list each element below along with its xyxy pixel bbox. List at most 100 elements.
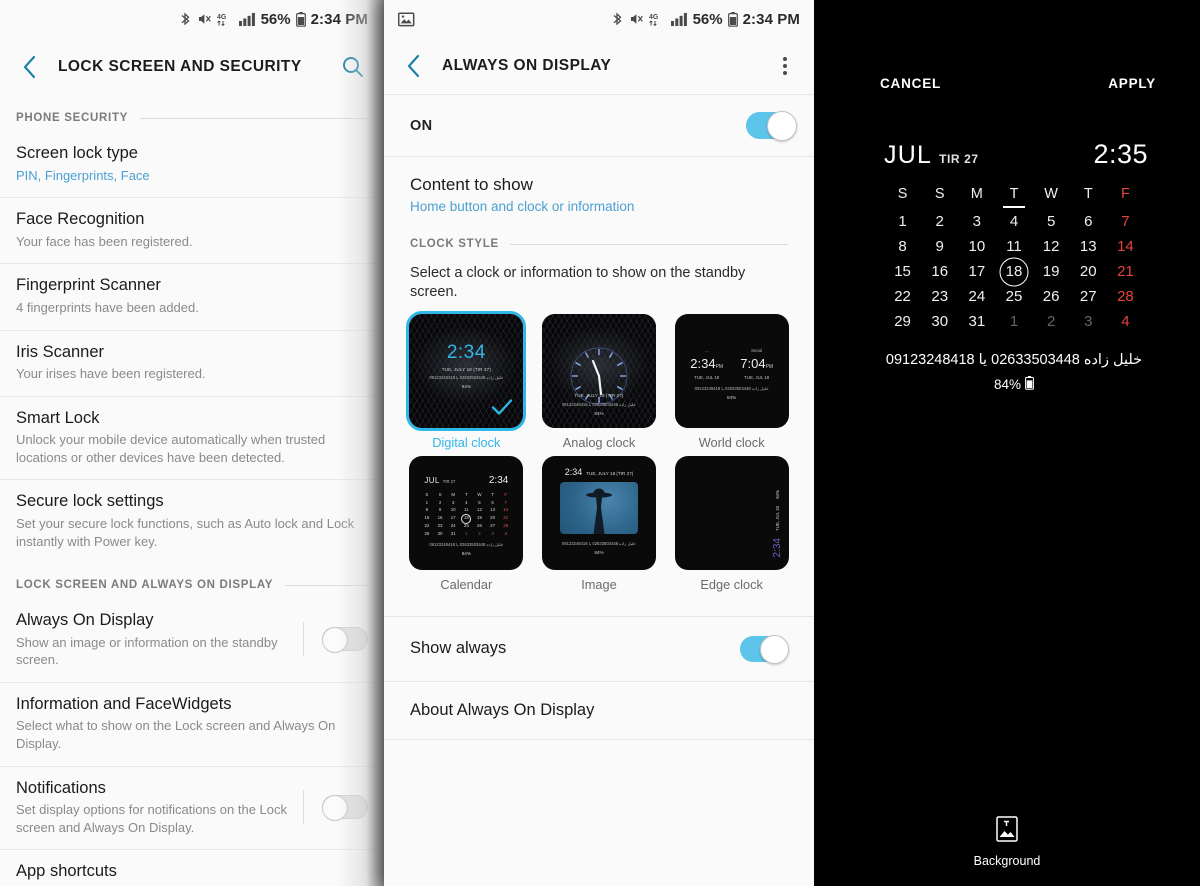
preview-time: 2:34 <box>564 466 583 477</box>
mid-page-title: ALWAYS ON DISPLAY <box>442 57 612 74</box>
background-button[interactable]: Background <box>814 816 1200 868</box>
day: 5 <box>478 499 481 505</box>
mid-app-bar: ALWAYS ON DISPLAY <box>384 38 814 94</box>
battery-icon <box>295 11 306 27</box>
edge-clock-thumbnail[interactable]: 84% TUE, JUL 18 2:34 <box>674 455 789 570</box>
always-on-display-toggle[interactable] <box>322 627 368 654</box>
dow: T <box>464 491 468 497</box>
world-clock-city-2: Seoul <box>751 347 763 353</box>
day: 16 <box>437 515 443 521</box>
row-text: Smart Lock Unlock your mobile device aut… <box>16 408 368 467</box>
cal-day: 26 <box>1042 288 1060 305</box>
list-item-screen-lock-type[interactable]: Screen lock type PIN, Fingerprints, Face <box>0 132 384 198</box>
clock-option-calendar[interactable]: JUL TIR 27 2:34 SSMTWTF 1234567 8 9 10 11 12 1… <box>405 455 528 594</box>
show-always-toggle[interactable] <box>740 634 789 664</box>
row-title: Always On Display <box>16 611 154 630</box>
list-item-app-shortcuts[interactable]: App shortcuts Select apps to open from t… <box>0 849 384 886</box>
cal-day: 4 <box>1121 313 1130 330</box>
day: 27 <box>490 523 496 528</box>
section-rule <box>509 243 788 245</box>
world-clock-date-2: TUE, JUL 18 <box>744 374 770 380</box>
apply-button[interactable]: APPLY <box>1108 76 1156 91</box>
dow-wed: W <box>1044 186 1058 202</box>
day-today: 18 <box>460 515 473 522</box>
section-rule <box>285 584 368 586</box>
list-item-information-and-facewidgets[interactable]: Information and FaceWidgets Select what … <box>0 681 384 766</box>
day: 7 <box>504 499 507 505</box>
day: 4 <box>504 530 507 536</box>
clock-option-label: Edge clock <box>700 576 763 592</box>
cal-day: 1 <box>898 213 907 230</box>
master-switch-row[interactable]: ON <box>384 94 814 157</box>
cal-day: 24 <box>968 288 986 305</box>
preview-battery-status: 84% <box>884 376 1144 393</box>
section-header-clock-style: CLOCK STYLE <box>384 220 814 250</box>
dow: F <box>504 491 508 497</box>
analog-clock-thumbnail[interactable]: TUE, JULY 18 (TIR 27) خلیل زاده 02633503… <box>541 313 656 428</box>
back-chevron-icon[interactable] <box>14 52 44 82</box>
preview-date: TUE, JULY 18 (TIR 27) <box>574 392 624 398</box>
calendar-thumbnail[interactable]: JUL TIR 27 2:34 SSMTWTF 1234567 8 9 10 11 12 1… <box>409 455 524 570</box>
cancel-button[interactable]: CANCEL <box>880 76 941 91</box>
image-thumbnail[interactable]: 2:34 TUE, JULY 18 (TIR 27) خلیل زاده 026… <box>541 455 656 570</box>
world-clock-thumbnail[interactable]: … 2:34PM TUE, JUL 18 Seoul 7:04PM TUE, J… <box>674 313 789 428</box>
row-title: Fingerprint Scanner <box>16 276 161 295</box>
dow: W <box>477 491 482 497</box>
list-item-face-recognition[interactable]: Face Recognition Your face has been regi… <box>0 197 384 264</box>
cal-day-today: 18 <box>995 263 1032 280</box>
cal-day: 1 <box>1009 313 1019 330</box>
list-item-smart-lock[interactable]: Smart Lock Unlock your mobile device aut… <box>0 395 384 480</box>
clock-option-edge-clock[interactable]: 84% TUE, JUL 18 2:34 Edge clock <box>670 455 793 594</box>
list-item-secure-lock-settings[interactable]: Secure lock settings Set your secure loc… <box>0 479 384 564</box>
day: 25 <box>463 523 469 528</box>
back-chevron-icon[interactable] <box>398 51 428 81</box>
search-icon[interactable] <box>336 50 370 84</box>
content-to-show-row[interactable]: Content to show Home button and clock or… <box>384 157 814 220</box>
calendar-mini-grid: SSMTWTF 1234567 8 9 10 11 12 13 14 15 16 17 18 19 2… <box>420 492 512 538</box>
list-item-fingerprint-scanner[interactable]: Fingerprint Scanner 4 fingerprints have … <box>0 263 384 330</box>
preview-battery: 84% <box>774 490 780 500</box>
list-item-always-on-display[interactable]: Always On Display Show an image or infor… <box>0 599 384 682</box>
world-clock-time-1: 2:34 <box>690 355 716 371</box>
clock-option-label: Image <box>581 576 617 592</box>
day: 23 <box>437 523 443 528</box>
world-clock-local: … 2:34PM TUE, JUL 18 <box>683 348 731 380</box>
kebab-menu-icon[interactable] <box>770 51 800 81</box>
calendar-mini-header: JUL TIR 27 2:34 <box>420 470 512 488</box>
day: 14 <box>503 507 509 513</box>
row-subtitle: Unlock your mobile device automatically … <box>16 432 326 465</box>
row-text: Face Recognition Your face has been regi… <box>16 209 368 250</box>
battery-percent-label: 56% <box>692 10 723 28</box>
dow-fri: F <box>1120 186 1130 202</box>
clock-option-analog-clock[interactable]: TUE, JULY 18 (TIR 27) خلیل زاده 02633503… <box>538 313 661 452</box>
list-item-iris-scanner[interactable]: Iris Scanner Your irises have been regis… <box>0 329 384 396</box>
show-always-row[interactable]: Show always <box>384 615 814 681</box>
master-switch-toggle[interactable] <box>746 111 797 141</box>
notifications-toggle[interactable] <box>322 794 368 821</box>
dow: S <box>438 491 442 497</box>
left-panel-lock-screen-and-security: 4G 56% 2:34 PM LOCK SCREEN AND SECURITY … <box>0 0 384 886</box>
cal-day: 2 <box>935 213 944 230</box>
cal-day: 15 <box>894 263 911 280</box>
about-always-on-display-row[interactable]: About Always On Display <box>384 680 814 739</box>
day: 12 <box>477 507 482 513</box>
cal-day: 5 <box>1046 213 1056 230</box>
preview-owner: خلیل زاده 02633503448 یا 09123248418 <box>561 540 636 546</box>
list-bottom-divider <box>384 738 814 740</box>
clock-option-digital-clock[interactable]: 2:34 TUE, JULY 18 (TIR 27) خلیل زاده 026… <box>405 310 528 452</box>
cal-day: 29 <box>894 313 911 330</box>
list-item-notifications[interactable]: Notifications Set display options for no… <box>0 765 384 850</box>
cal-day: 13 <box>1079 238 1097 255</box>
mute-icon <box>197 12 212 26</box>
digital-clock-thumbnail[interactable]: 2:34 TUE, JULY 18 (TIR 27) خلیل زاده 026… <box>406 310 527 431</box>
cal-day: 14 <box>1117 238 1134 255</box>
clock-option-image[interactable]: 2:34 TUE, JULY 18 (TIR 27) خلیل زاده 026… <box>538 455 661 594</box>
clock-option-world-clock[interactable]: … 2:34PM TUE, JUL 18 Seoul 7:04PM TUE, J… <box>670 313 793 452</box>
world-clock-ampm-2: PM <box>765 363 774 370</box>
day: 21 <box>503 515 509 521</box>
dow-sun: S <box>897 186 908 202</box>
day: 24 <box>450 523 456 528</box>
preview-time: 2:35 <box>1093 139 1148 169</box>
day: 2 <box>438 499 442 505</box>
day: 9 <box>438 507 442 513</box>
